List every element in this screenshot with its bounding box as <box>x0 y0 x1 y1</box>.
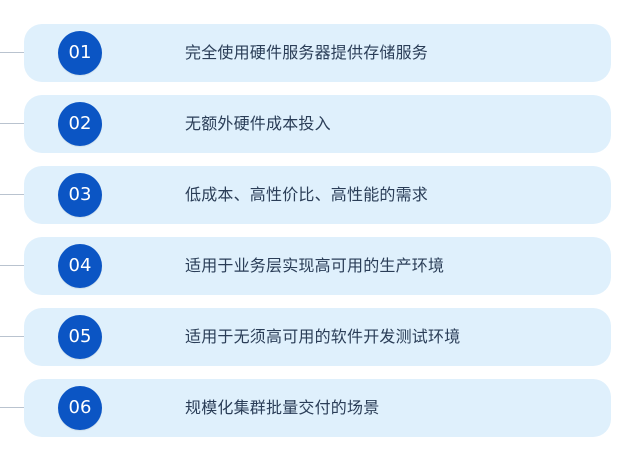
list-item: 06 规模化集群批量交付的场景 <box>0 379 634 437</box>
number-badge: 06 <box>58 386 102 430</box>
item-label: 适用于业务层实现高可用的生产环境 <box>185 256 445 275</box>
item-card: 03 低成本、高性价比、高性能的需求 <box>24 166 611 224</box>
connector-line <box>0 336 24 337</box>
list-item: 03 低成本、高性价比、高性能的需求 <box>0 166 634 224</box>
number-badge: 01 <box>58 31 102 75</box>
number-badge: 05 <box>58 315 102 359</box>
item-label: 无额外硬件成本投入 <box>185 114 331 133</box>
feature-list: 01 完全使用硬件服务器提供存储服务 02 无额外硬件成本投入 03 低成本、高… <box>0 0 634 453</box>
list-item: 01 完全使用硬件服务器提供存储服务 <box>0 24 634 82</box>
list-item: 05 适用于无须高可用的软件开发测试环境 <box>0 308 634 366</box>
item-label: 规模化集群批量交付的场景 <box>185 398 380 417</box>
item-label: 适用于无须高可用的软件开发测试环境 <box>185 327 461 346</box>
item-label: 完全使用硬件服务器提供存储服务 <box>185 43 429 62</box>
list-item: 02 无额外硬件成本投入 <box>0 95 634 153</box>
list-item: 04 适用于业务层实现高可用的生产环境 <box>0 237 634 295</box>
item-card: 04 适用于业务层实现高可用的生产环境 <box>24 237 611 295</box>
item-card: 01 完全使用硬件服务器提供存储服务 <box>24 24 611 82</box>
connector-line <box>0 52 24 53</box>
number-badge: 03 <box>58 173 102 217</box>
number-badge: 04 <box>58 244 102 288</box>
number-badge: 02 <box>58 102 102 146</box>
connector-line <box>0 407 24 408</box>
item-card: 02 无额外硬件成本投入 <box>24 95 611 153</box>
item-card: 06 规模化集群批量交付的场景 <box>24 379 611 437</box>
item-label: 低成本、高性价比、高性能的需求 <box>185 185 429 204</box>
connector-line <box>0 265 24 266</box>
connector-line <box>0 123 24 124</box>
connector-line <box>0 194 24 195</box>
item-card: 05 适用于无须高可用的软件开发测试环境 <box>24 308 611 366</box>
